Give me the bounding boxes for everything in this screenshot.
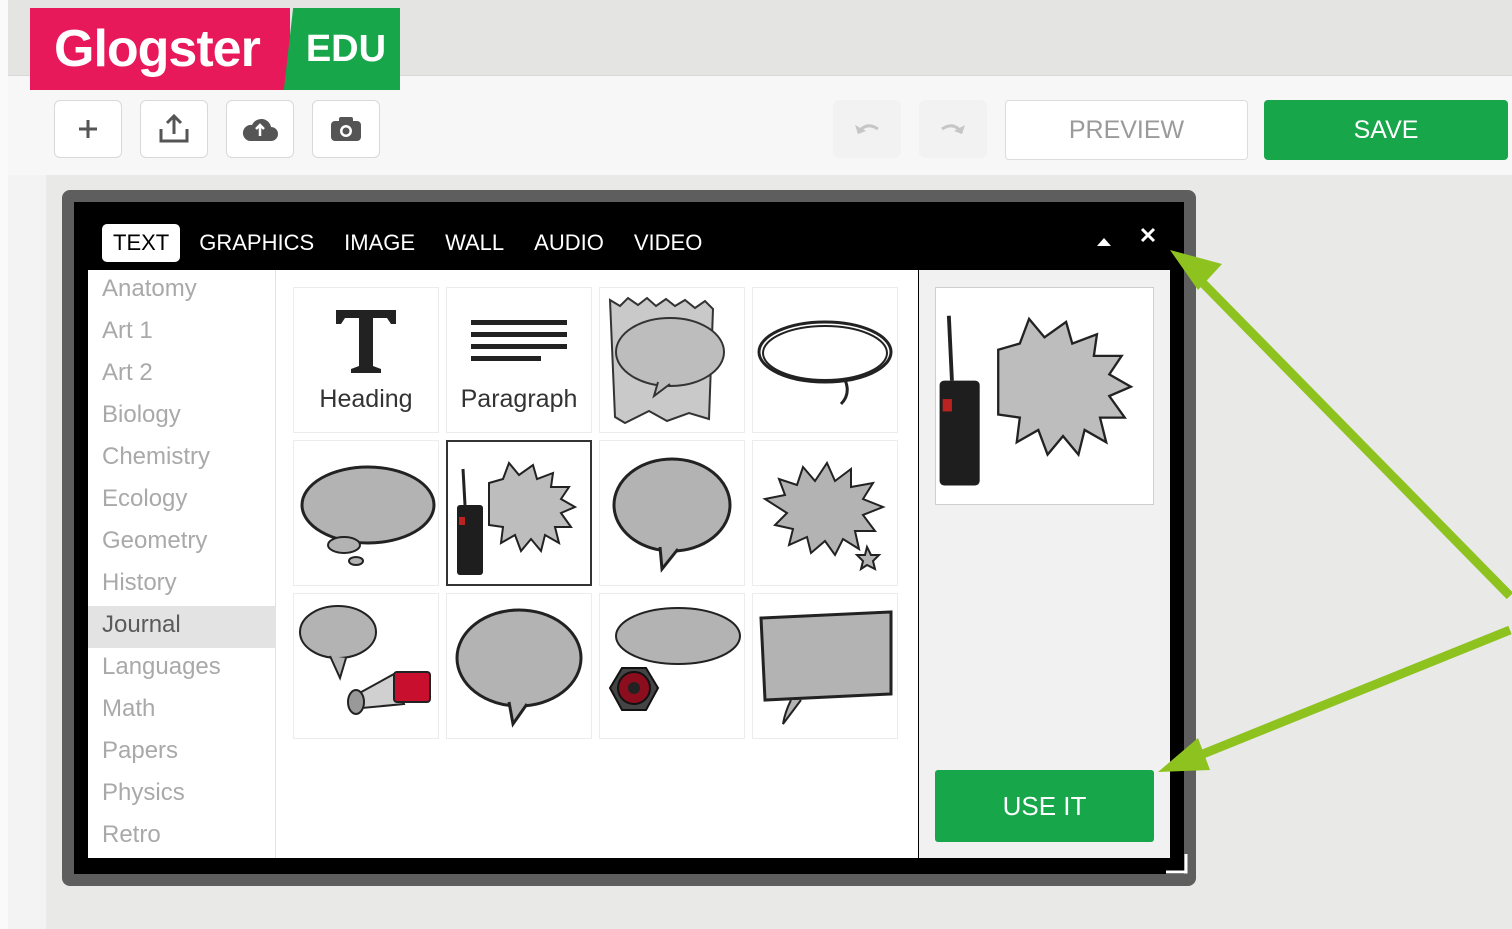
- category-item[interactable]: Anatomy: [88, 270, 275, 312]
- undo-icon: [855, 124, 879, 134]
- megaphone-bubble-icon: [299, 605, 431, 715]
- paragraph-item[interactable]: Paragraph: [446, 287, 592, 433]
- category-item[interactable]: Math: [88, 690, 275, 732]
- collapse-button[interactable]: [1096, 230, 1112, 253]
- megaphone-bubble-item[interactable]: [293, 593, 439, 739]
- item-grid: Heading Paragraph: [276, 270, 1101, 858]
- glogster-logo: Glogster EDU: [30, 8, 401, 90]
- walkie-talkie-burst-bubble-icon: [457, 461, 578, 575]
- category-item[interactable]: Chemistry: [88, 438, 275, 480]
- cloud-upload-button[interactable]: [226, 100, 294, 158]
- redo-button[interactable]: [919, 100, 987, 158]
- tab-image[interactable]: IMAGE: [333, 224, 426, 262]
- category-item[interactable]: Art 1: [88, 312, 275, 354]
- camera-button[interactable]: [312, 100, 380, 158]
- add-button[interactable]: [54, 100, 122, 158]
- logo-wordmark: Glogster: [30, 8, 290, 90]
- paragraph-label: Paragraph: [460, 385, 578, 413]
- scribble-speech-bubble-icon: [757, 320, 893, 406]
- oval-bubble-item[interactable]: [599, 440, 745, 586]
- category-item[interactable]: Retro: [88, 816, 275, 858]
- text-panel: TEXT GRAPHICS IMAGE WALL AUDIO VIDEO Ana…: [62, 190, 1196, 886]
- speaker-bubble-icon: [608, 607, 741, 711]
- undo-button[interactable]: [833, 100, 901, 158]
- category-item[interactable]: Geometry: [88, 522, 275, 564]
- heading-t-icon: [336, 310, 396, 373]
- preview-side: USE IT: [919, 270, 1170, 858]
- cloud-upload-icon: [242, 118, 278, 141]
- category-item[interactable]: Physics: [88, 774, 275, 816]
- thought-bubble-item[interactable]: [293, 440, 439, 586]
- thought-bubble-icon: [300, 465, 436, 566]
- selected-item-preview: [935, 287, 1154, 505]
- save-button[interactable]: SAVE: [1264, 100, 1508, 160]
- walkie-talkie-bubble-item[interactable]: [446, 440, 592, 586]
- category-item-selected[interactable]: Journal: [88, 606, 275, 648]
- camera-icon: [331, 117, 361, 141]
- upload-icon: [159, 113, 189, 143]
- category-item[interactable]: Papers: [88, 732, 275, 774]
- scribble-bubble-item[interactable]: [752, 287, 898, 433]
- tab-graphics[interactable]: GRAPHICS: [188, 224, 325, 262]
- tab-wall[interactable]: WALL: [434, 224, 515, 262]
- category-item[interactable]: Biology: [88, 396, 275, 438]
- plus-icon: [79, 120, 97, 138]
- panel-tabs: TEXT GRAPHICS IMAGE WALL AUDIO VIDEO: [102, 224, 721, 262]
- round-speech-bubble-icon: [455, 608, 583, 728]
- torn-paper-speech-bubble-icon: [608, 296, 725, 425]
- close-icon: [1140, 227, 1156, 243]
- heading-item[interactable]: Heading: [293, 287, 439, 433]
- oval-speech-bubble-icon: [612, 457, 732, 573]
- tab-video[interactable]: VIDEO: [623, 224, 713, 262]
- resize-handle-icon[interactable]: [1162, 850, 1190, 878]
- category-item[interactable]: Ecology: [88, 480, 275, 522]
- round-bubble-item[interactable]: [446, 593, 592, 739]
- torn-paper-bubble-item[interactable]: [599, 287, 745, 433]
- panel-body: TEXT GRAPHICS IMAGE WALL AUDIO VIDEO Ana…: [74, 202, 1184, 874]
- rectangle-speech-bubble-icon: [759, 610, 893, 725]
- tab-text[interactable]: TEXT: [102, 224, 181, 262]
- category-item[interactable]: Languages: [88, 648, 275, 690]
- paragraph-lines-icon: [471, 320, 567, 361]
- walkie-talkie-burst-bubble-icon: [939, 315, 1134, 486]
- spiky-bubble-item[interactable]: [752, 440, 898, 586]
- upload-button[interactable]: [140, 100, 208, 158]
- category-list: Anatomy Art 1 Art 2 Biology Chemistry Ec…: [88, 270, 276, 858]
- rectangle-bubble-item[interactable]: [752, 593, 898, 739]
- left-edge: [0, 0, 8, 929]
- logo-edu-badge: EDU: [283, 8, 401, 90]
- heading-label: Heading: [319, 385, 413, 413]
- category-item[interactable]: History: [88, 564, 275, 606]
- redo-icon: [941, 124, 965, 134]
- spiky-burst-bubble-icon: [762, 460, 886, 572]
- caret-up-icon: [1097, 238, 1111, 246]
- category-item[interactable]: Art 2: [88, 354, 275, 396]
- tab-audio[interactable]: AUDIO: [523, 224, 615, 262]
- close-button[interactable]: [1140, 226, 1156, 249]
- speaker-bubble-item[interactable]: [599, 593, 745, 739]
- preview-button[interactable]: PREVIEW: [1005, 100, 1248, 160]
- use-it-button[interactable]: USE IT: [935, 770, 1154, 842]
